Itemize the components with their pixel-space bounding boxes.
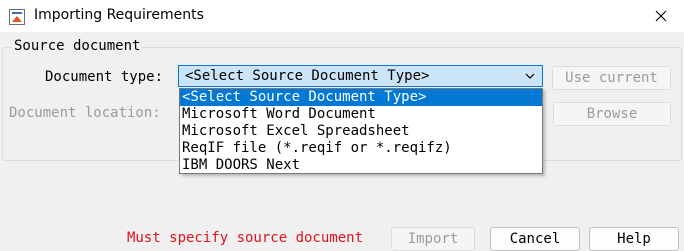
document-type-dropdown-list: <Select Source Document Type> Microsoft … — [179, 88, 543, 174]
source-document-legend: Source document — [12, 38, 143, 54]
error-message: Must specify source document — [127, 230, 364, 246]
document-location-label: Document location: — [9, 105, 161, 121]
matlab-app-icon — [9, 9, 25, 25]
document-type-value: <Select Source Document Type> — [185, 68, 430, 84]
document-type-select[interactable]: <Select Source Document Type> — [178, 65, 543, 87]
close-icon — [655, 10, 667, 22]
document-type-label: Document type: — [45, 69, 164, 85]
close-button[interactable] — [638, 0, 684, 32]
use-current-button[interactable]: Use current — [552, 66, 671, 90]
help-button[interactable]: Help — [589, 227, 679, 251]
browse-button[interactable]: Browse — [553, 102, 671, 126]
window-title: Importing Requirements — [34, 7, 204, 23]
dropdown-option-excel[interactable]: Microsoft Excel Spreadsheet — [180, 123, 542, 140]
dropdown-option-word[interactable]: Microsoft Word Document — [180, 106, 542, 123]
chevron-down-icon — [525, 73, 535, 79]
cancel-button[interactable]: Cancel — [490, 227, 580, 251]
title-bar: Importing Requirements — [0, 0, 684, 32]
dropdown-option-reqif[interactable]: ReqIF file (*.reqif or *.reqifz) — [180, 140, 542, 157]
dropdown-option-select-type[interactable]: <Select Source Document Type> — [180, 89, 542, 106]
dropdown-option-doors-next[interactable]: IBM DOORS Next — [180, 157, 542, 174]
import-button[interactable]: Import — [391, 227, 475, 251]
